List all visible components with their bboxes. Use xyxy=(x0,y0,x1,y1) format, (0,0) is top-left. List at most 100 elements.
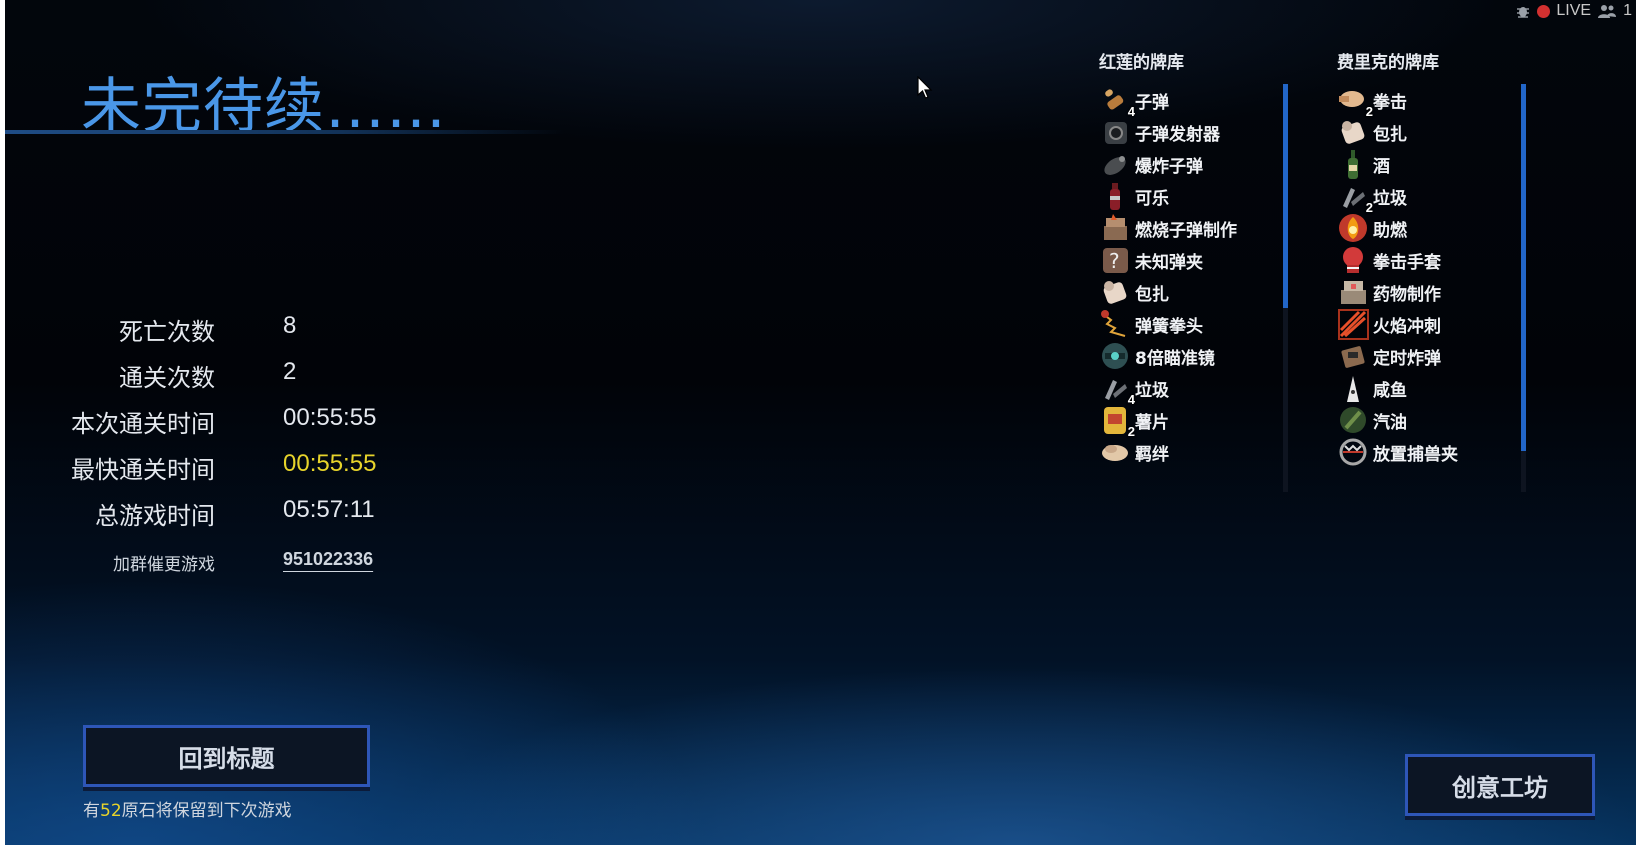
trash-icon: 4 xyxy=(1099,372,1135,407)
deck-card[interactable]: 拳击手套 xyxy=(1337,244,1537,277)
stat-value: 00:55:55 xyxy=(283,404,377,431)
deck-card[interactable]: 羁绊 xyxy=(1099,436,1299,469)
trash-icon: 2 xyxy=(1337,180,1373,215)
stat-label: 通关次数 xyxy=(119,364,215,392)
stat-label: 总游戏时间 xyxy=(95,502,215,530)
stats-panel: 死亡次数 8 通关次数 2 本次通关时间 00:55:55 最快通关时间 00:… xyxy=(5,306,425,582)
card-label: 放置捕兽夹 xyxy=(1373,445,1458,465)
boxing-glove-icon xyxy=(1337,244,1370,277)
deck-card[interactable]: 爆炸子弹 xyxy=(1099,148,1299,181)
deck-card[interactable]: 包扎 xyxy=(1099,276,1299,309)
deck-scroll-thumb[interactable] xyxy=(1521,84,1526,451)
card-label: 薯片 xyxy=(1135,413,1169,433)
card-label: 弹簧拳头 xyxy=(1135,317,1203,337)
fire-boost-icon xyxy=(1337,212,1370,245)
deck-card[interactable]: 药物制作 xyxy=(1337,276,1537,309)
deck-card[interactable]: 助燃 xyxy=(1337,212,1537,245)
stat-value: 8 xyxy=(283,312,297,339)
group-label: 加群催更游戏 xyxy=(113,555,215,575)
deck-card[interactable]: 4 子弹 xyxy=(1099,84,1299,119)
viewers-icon xyxy=(1598,5,1617,18)
card-label: 包扎 xyxy=(1135,285,1169,305)
bug-icon xyxy=(1517,7,1530,18)
deck-title: 红莲的牌库 xyxy=(1099,53,1184,73)
back-to-title-button[interactable]: 回到标题 xyxy=(83,725,370,787)
stat-value-best: 00:55:55 xyxy=(283,450,377,477)
time-bomb-icon xyxy=(1337,340,1370,373)
retain-suffix: 原石将保留到下次游戏 xyxy=(121,801,292,821)
deck-card[interactable]: 放置捕兽夹 xyxy=(1337,436,1537,469)
workshop-button[interactable]: 创意工坊 xyxy=(1405,754,1595,816)
card-label: 酒 xyxy=(1373,157,1390,177)
card-label: 未知弹夹 xyxy=(1135,253,1203,273)
scope-icon xyxy=(1099,340,1132,373)
deck-list[interactable]: 4 子弹 子弹发射器 爆炸子弹 可乐 燃烧子弹制作? 未知弹夹 包扎 弹簧拳头 8倍瞄准镜 4 垃圾 2… xyxy=(1099,84,1299,493)
gasoline-icon xyxy=(1337,404,1370,437)
deck-list[interactable]: 2 拳击 包扎酒 2 垃圾 助燃 拳击手套 药物制作 火焰冲刺 定时炸弹 咸鱼 汽油 放置捕兽夹 xyxy=(1337,84,1537,493)
deck-card[interactable]: 子弹发射器 xyxy=(1099,116,1299,149)
card-label: 子弹 xyxy=(1135,93,1169,113)
deck-card[interactable]: 燃烧子弹制作 xyxy=(1099,212,1299,245)
deck-card[interactable]: 8倍瞄准镜 xyxy=(1099,340,1299,373)
deck-card[interactable]: 2 垃圾 xyxy=(1337,180,1537,215)
deck-card[interactable]: 定时炸弹 xyxy=(1337,340,1537,373)
stat-value: 05:57:11 xyxy=(283,496,375,523)
card-label: 垃圾 xyxy=(1135,381,1169,401)
live-label: LIVE xyxy=(1556,2,1592,19)
deck-card[interactable]: 4 垃圾 xyxy=(1099,372,1299,407)
card-label: 子弹发射器 xyxy=(1135,125,1220,145)
stat-value: 2 xyxy=(283,358,297,385)
stat-label: 本次通关时间 xyxy=(71,410,215,438)
stat-row-deaths: 死亡次数 8 xyxy=(5,306,425,352)
card-label: 拳击 xyxy=(1373,93,1407,113)
viewer-count: 1 xyxy=(1623,2,1632,19)
deck-card[interactable]: 包扎 xyxy=(1337,116,1537,149)
deck-scrollbar[interactable] xyxy=(1521,84,1526,492)
stat-row-best-time: 最快通关时间 00:55:55 xyxy=(5,444,425,490)
card-label: 燃烧子弹制作 xyxy=(1135,221,1237,241)
deck-card[interactable]: 酒 xyxy=(1337,148,1537,181)
stat-row-total-time: 总游戏时间 05:57:11 xyxy=(5,490,425,536)
bandage-icon xyxy=(1337,116,1370,149)
deck-card[interactable]: 咸鱼 xyxy=(1337,372,1537,405)
card-label: 定时炸弹 xyxy=(1373,349,1441,369)
retain-amount: 52 xyxy=(100,801,122,821)
card-label: 包扎 xyxy=(1373,125,1407,145)
cola-bottle-icon xyxy=(1099,180,1132,213)
card-label: 咸鱼 xyxy=(1373,381,1407,401)
deck-honglian: 红莲的牌库 4 子弹 子弹发射器 爆炸子弹 可乐 燃烧子弹制作? 未知弹夹 包扎 弹簧拳头 8倍瞄… xyxy=(1099,48,1299,493)
retain-note: 有52原石将保留到下次游戏 xyxy=(83,796,292,821)
spring-fist-icon xyxy=(1099,308,1132,341)
svg-text:?: ? xyxy=(1109,249,1120,273)
deck-card[interactable]: 弹簧拳头 xyxy=(1099,308,1299,341)
stat-row-group: 加群催更游戏 951022336 xyxy=(5,536,425,582)
deck-card[interactable]: 汽油 xyxy=(1337,404,1537,437)
bandage-icon xyxy=(1099,276,1132,309)
card-label: 拳击手套 xyxy=(1373,253,1441,273)
game-screen: LIVE 1 未完待续…… 死亡次数 8 通关次数 2 本次通关时间 00:55… xyxy=(5,0,1636,845)
bear-trap-icon xyxy=(1337,436,1370,469)
title-divider xyxy=(5,130,565,134)
stat-row-run-time: 本次通关时间 00:55:55 xyxy=(5,398,425,444)
card-label: 可乐 xyxy=(1135,189,1169,209)
wine-bottle-icon xyxy=(1337,148,1370,181)
deck-card[interactable]: 2 拳击 xyxy=(1337,84,1537,119)
card-label: 火焰冲刺 xyxy=(1373,317,1441,337)
deck-card[interactable]: 2 薯片 xyxy=(1099,404,1299,439)
deck-felik: 费里克的牌库 2 拳击 包扎酒 2 垃圾 助燃 拳击手套 药物制作 火焰冲刺 定时炸弹 咸鱼 汽油 放置… xyxy=(1337,48,1537,493)
card-label: 羁绊 xyxy=(1135,445,1169,465)
flame-dash-icon xyxy=(1337,308,1370,341)
mouse-cursor-icon xyxy=(917,76,933,99)
card-label: 8倍瞄准镜 xyxy=(1135,349,1215,369)
deck-card[interactable]: 可乐 xyxy=(1099,180,1299,213)
card-label: 助燃 xyxy=(1373,221,1407,241)
card-label: 药物制作 xyxy=(1373,285,1441,305)
card-label: 垃圾 xyxy=(1373,189,1407,209)
deck-scrollbar[interactable] xyxy=(1283,84,1288,492)
stat-row-clears: 通关次数 2 xyxy=(5,352,425,398)
group-number-link[interactable]: 951022336 xyxy=(283,549,373,570)
deck-card[interactable]: 火焰冲刺 xyxy=(1337,308,1537,341)
drug-craft-icon xyxy=(1337,276,1370,309)
deck-scroll-thumb[interactable] xyxy=(1283,84,1288,308)
deck-card[interactable]: ? 未知弹夹 xyxy=(1099,244,1299,277)
